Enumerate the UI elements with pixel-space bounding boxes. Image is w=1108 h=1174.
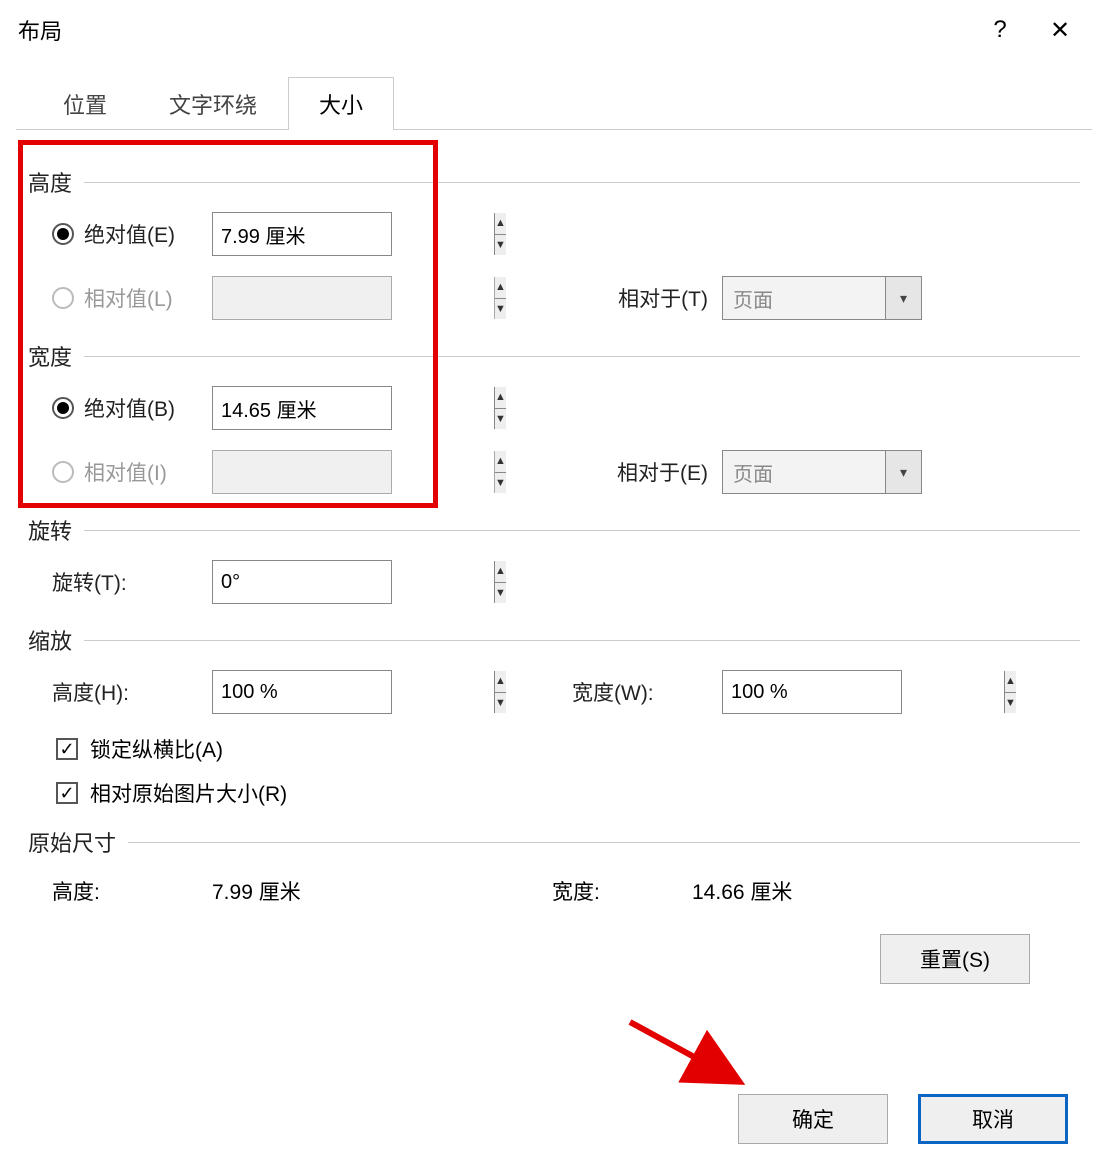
section-height: 高度 bbox=[28, 166, 1080, 198]
label-rotation: 旋转(T): bbox=[52, 567, 127, 597]
radio-height-absolute[interactable] bbox=[52, 223, 74, 245]
label-original-height: 高度: bbox=[52, 876, 212, 906]
label-lock-aspect: 锁定纵横比(A) bbox=[90, 734, 223, 764]
radio-width-relative[interactable] bbox=[52, 461, 74, 483]
combo-height-relative-to-value: 页面 bbox=[723, 277, 885, 319]
label-height-relative-to: 相对于(T) bbox=[572, 283, 722, 313]
annotation-arrow-icon bbox=[620, 1012, 760, 1102]
tabs: 位置 文字环绕 大小 bbox=[16, 76, 1092, 130]
input-width-relative bbox=[213, 451, 494, 493]
spin-down-icon: ▼ bbox=[495, 473, 506, 494]
input-height-relative bbox=[213, 277, 494, 319]
chevron-down-icon: ▾ bbox=[885, 277, 921, 319]
spin-up-icon[interactable]: ▲ bbox=[495, 213, 506, 235]
section-scale-label: 缩放 bbox=[28, 624, 72, 656]
input-width-absolute[interactable] bbox=[213, 387, 494, 429]
spin-width-relative: ▲▼ bbox=[212, 450, 392, 494]
radio-width-absolute[interactable] bbox=[52, 397, 74, 419]
spin-up-icon[interactable]: ▲ bbox=[495, 561, 506, 583]
spin-width-absolute[interactable]: ▲▼ bbox=[212, 386, 392, 430]
spin-scale-width[interactable]: ▲▼ bbox=[722, 670, 902, 714]
combo-width-relative-to-value: 页面 bbox=[723, 451, 885, 493]
radio-height-relative[interactable] bbox=[52, 287, 74, 309]
checkbox-lock-aspect[interactable] bbox=[56, 738, 78, 760]
value-original-width: 14.66 厘米 bbox=[692, 876, 792, 906]
tab-position[interactable]: 位置 bbox=[32, 77, 138, 130]
input-height-absolute[interactable] bbox=[213, 213, 494, 255]
label-scale-width: 宽度(W): bbox=[572, 677, 722, 707]
section-scale: 缩放 bbox=[28, 624, 1080, 656]
input-scale-height[interactable] bbox=[213, 671, 494, 713]
label-scale-height: 高度(H): bbox=[52, 677, 129, 707]
close-button[interactable]: ✕ bbox=[1030, 0, 1090, 60]
spin-scale-height[interactable]: ▲▼ bbox=[212, 670, 392, 714]
tab-size[interactable]: 大小 bbox=[288, 77, 394, 130]
help-button[interactable]: ? bbox=[970, 0, 1030, 60]
spin-up-icon[interactable]: ▲ bbox=[495, 387, 506, 409]
input-scale-width[interactable] bbox=[723, 671, 1004, 713]
reset-button[interactable]: 重置(S) bbox=[880, 934, 1030, 984]
tab-textwrap[interactable]: 文字环绕 bbox=[138, 77, 288, 130]
spin-down-icon[interactable]: ▼ bbox=[495, 235, 506, 256]
combo-width-relative-to: 页面 ▾ bbox=[722, 450, 922, 494]
section-height-label: 高度 bbox=[28, 166, 72, 198]
label-original-width: 宽度: bbox=[552, 876, 692, 906]
section-rotation-label: 旋转 bbox=[28, 514, 72, 546]
label-width-relative: 相对值(I) bbox=[84, 457, 167, 487]
label-width-absolute: 绝对值(B) bbox=[84, 393, 175, 423]
label-width-relative-to: 相对于(E) bbox=[572, 457, 722, 487]
chevron-down-icon: ▾ bbox=[885, 451, 921, 493]
spin-up-icon[interactable]: ▲ bbox=[495, 671, 506, 693]
label-relative-original: 相对原始图片大小(R) bbox=[90, 778, 287, 808]
ok-button[interactable]: 确定 bbox=[738, 1094, 888, 1144]
dialog-title: 布局 bbox=[18, 14, 970, 46]
section-rotation: 旋转 bbox=[28, 514, 1080, 546]
spin-down-icon[interactable]: ▼ bbox=[495, 693, 506, 714]
spin-down-icon[interactable]: ▼ bbox=[495, 409, 506, 430]
cancel-button[interactable]: 取消 bbox=[918, 1094, 1068, 1144]
label-height-absolute: 绝对值(E) bbox=[84, 219, 175, 249]
section-original: 原始尺寸 bbox=[28, 826, 1080, 858]
spin-down-icon[interactable]: ▼ bbox=[495, 583, 506, 604]
spin-height-absolute[interactable]: ▲ ▼ bbox=[212, 212, 392, 256]
spin-rotation[interactable]: ▲▼ bbox=[212, 560, 392, 604]
spin-up-icon: ▲ bbox=[495, 451, 506, 473]
section-original-label: 原始尺寸 bbox=[28, 826, 116, 858]
spin-down-icon: ▼ bbox=[495, 299, 506, 320]
label-height-relative: 相对值(L) bbox=[84, 283, 173, 313]
value-original-height: 7.99 厘米 bbox=[212, 876, 552, 906]
spin-down-icon[interactable]: ▼ bbox=[1005, 693, 1016, 714]
original-size-row: 高度: 7.99 厘米 宽度: 14.66 厘米 bbox=[28, 876, 1080, 906]
titlebar: 布局 ? ✕ bbox=[0, 0, 1108, 60]
input-rotation[interactable] bbox=[213, 561, 494, 603]
section-width-label: 宽度 bbox=[28, 340, 72, 372]
spin-up-icon[interactable]: ▲ bbox=[1005, 671, 1016, 693]
spin-up-icon: ▲ bbox=[495, 277, 506, 299]
spin-height-relative: ▲▼ bbox=[212, 276, 392, 320]
section-width: 宽度 bbox=[28, 340, 1080, 372]
combo-height-relative-to: 页面 ▾ bbox=[722, 276, 922, 320]
checkbox-relative-original[interactable] bbox=[56, 782, 78, 804]
